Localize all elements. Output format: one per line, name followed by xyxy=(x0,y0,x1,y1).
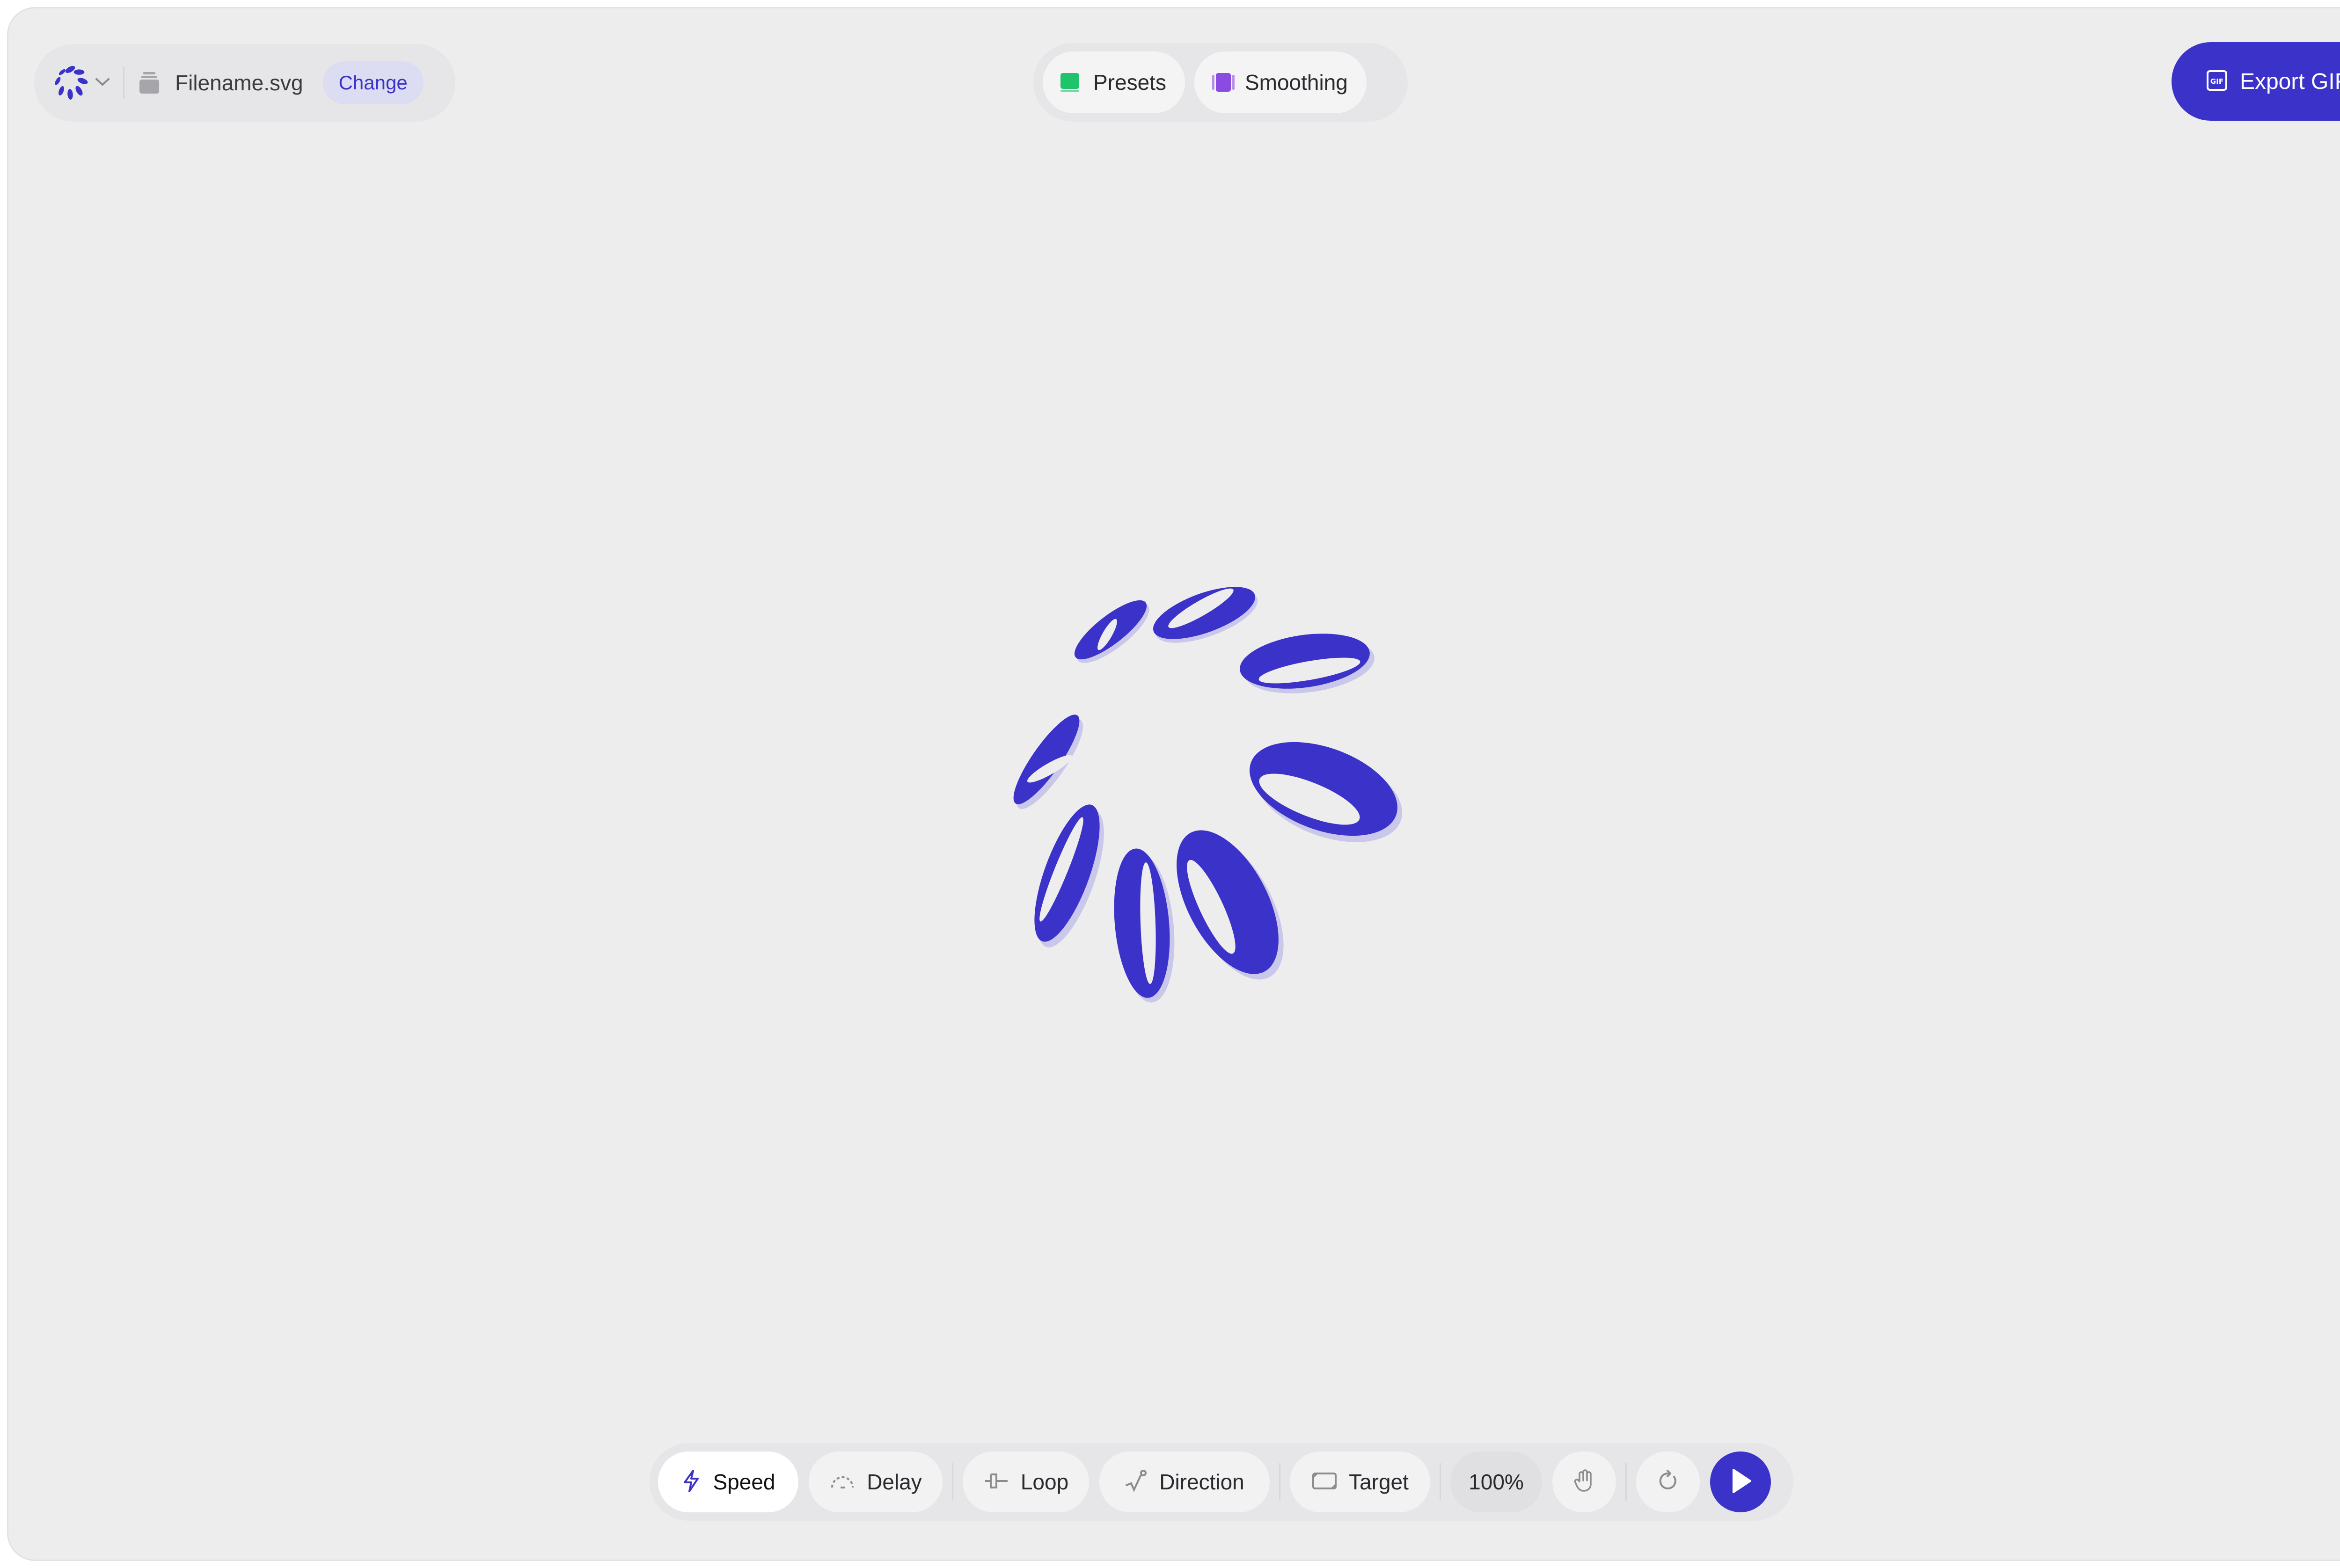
delay-arc-icon xyxy=(829,1472,856,1493)
divider xyxy=(952,1463,953,1501)
app-window: Filename.svg Change Presets Smoothing GI… xyxy=(7,7,2340,1561)
file-name: Filename.svg xyxy=(175,71,303,95)
smoothing-square-icon xyxy=(1212,73,1235,92)
reset-button[interactable] xyxy=(1636,1451,1700,1512)
logo-spinner-icon xyxy=(52,64,88,102)
change-file-button[interactable]: Change xyxy=(322,61,424,104)
direction-icon xyxy=(1125,1469,1148,1495)
speed-label: Speed xyxy=(713,1470,775,1494)
bolt-icon xyxy=(681,1469,702,1495)
loop-icon xyxy=(983,1471,1009,1494)
presets-square-icon xyxy=(1060,73,1079,92)
gif-icon: GIF xyxy=(2206,70,2228,94)
presets-label: Presets xyxy=(1093,70,1166,95)
smoothing-button[interactable]: Smoothing xyxy=(1194,51,1367,113)
file-stack-icon xyxy=(138,71,161,95)
animation-preview xyxy=(1005,579,1426,1010)
smoothing-label: Smoothing xyxy=(1244,70,1348,95)
play-button[interactable] xyxy=(1710,1451,1771,1512)
reset-icon xyxy=(1656,1469,1680,1495)
target-button[interactable]: Target xyxy=(1290,1451,1430,1512)
divider xyxy=(1625,1463,1627,1501)
delay-label: Delay xyxy=(867,1470,922,1494)
divider xyxy=(1440,1463,1441,1501)
file-toolbar: Filename.svg Change xyxy=(34,44,455,122)
target-frame-icon xyxy=(1311,1471,1338,1494)
spinner-artwork xyxy=(1013,587,1403,1003)
loop-label: Loop xyxy=(1020,1470,1069,1494)
direction-label: Direction xyxy=(1159,1470,1244,1494)
hand-icon xyxy=(1574,1469,1594,1495)
speed-button[interactable]: Speed xyxy=(658,1451,798,1512)
chevron-down-icon xyxy=(95,77,110,89)
loop-button[interactable]: Loop xyxy=(963,1451,1089,1512)
pan-button[interactable] xyxy=(1552,1451,1616,1512)
target-label: Target xyxy=(1349,1470,1409,1494)
play-icon xyxy=(1729,1468,1752,1496)
direction-button[interactable]: Direction xyxy=(1099,1451,1270,1512)
svg-text:GIF: GIF xyxy=(2210,77,2223,86)
divider xyxy=(123,66,124,99)
presets-button[interactable]: Presets xyxy=(1043,51,1185,113)
logo-menu-button[interactable] xyxy=(46,52,117,113)
mode-switcher: Presets Smoothing xyxy=(1033,43,1408,122)
export-gif-button[interactable]: GIF Export GIF xyxy=(2172,42,2340,121)
delay-button[interactable]: Delay xyxy=(809,1451,943,1512)
change-label: Change xyxy=(338,72,408,94)
zoom-level-button[interactable]: 100% xyxy=(1450,1451,1542,1512)
divider xyxy=(1279,1463,1280,1501)
zoom-level: 100% xyxy=(1469,1470,1524,1494)
playback-toolbar: Speed Delay Loop Direction Target 100% xyxy=(650,1443,1793,1521)
export-gif-label: Export GIF xyxy=(2239,69,2340,94)
